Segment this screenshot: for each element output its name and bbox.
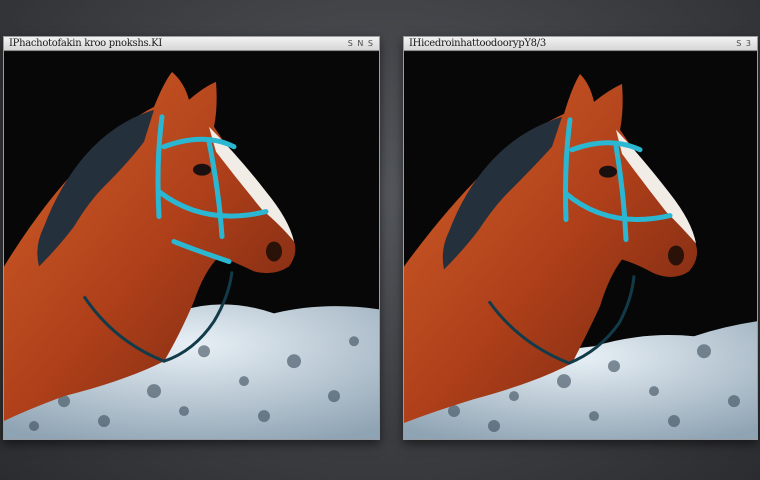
image-canvas [404,52,757,439]
window-titlebar[interactable]: IPhachotofakin kroo pnokshs.KI S N S [4,37,379,51]
window-title: IPhachotofakin kroo pnokshs.KI [9,38,163,49]
window-titlebar[interactable]: IHicedroinhattoodoorypY8/3 S 3 [404,37,757,51]
horse-image [4,52,379,439]
image-window-right[interactable]: IHicedroinhattoodoorypY8/3 S 3 [403,36,758,440]
horse-image [404,52,757,439]
window-controls-icon[interactable]: S 3 [736,39,752,48]
image-canvas [4,52,379,439]
window-title: IHicedroinhattoodoorypY8/3 [409,38,546,49]
image-window-left[interactable]: IPhachotofakin kroo pnokshs.KI S N S [3,36,380,440]
window-controls-icon[interactable]: S N S [348,39,374,48]
